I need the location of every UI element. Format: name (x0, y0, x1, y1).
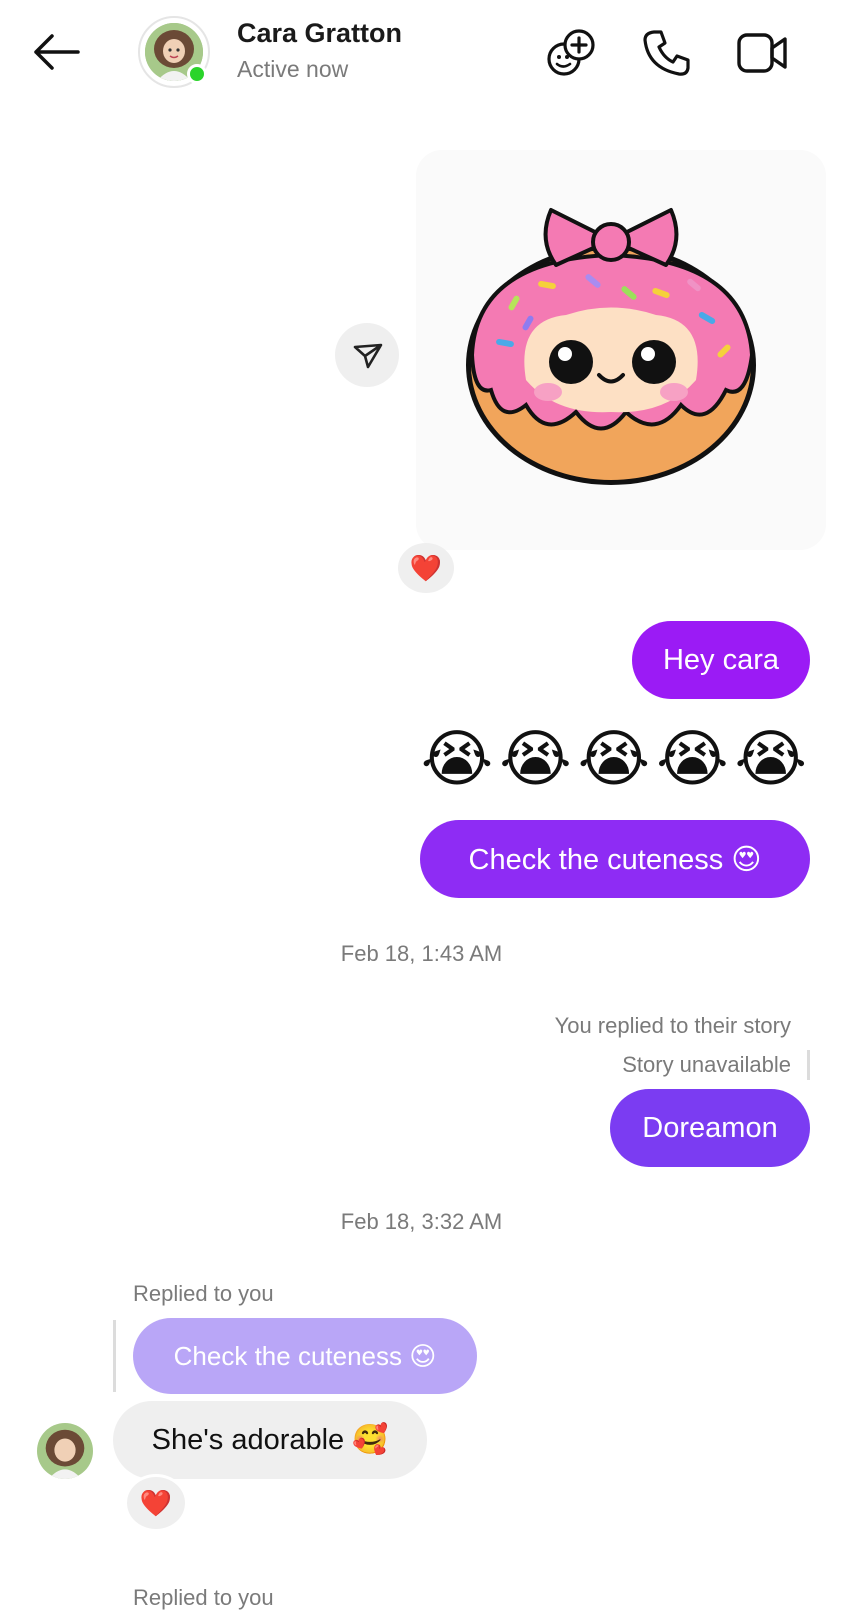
reply-quote-line (113, 1320, 116, 1392)
video-call-button[interactable] (735, 26, 789, 80)
back-arrow-icon (34, 34, 80, 70)
add-people-button[interactable] (544, 26, 598, 80)
reply-quote-line (807, 1050, 810, 1080)
active-status: Active now (237, 56, 349, 82)
replied-to-you-label: Replied to you (133, 1281, 274, 1306)
contact-avatar-small[interactable] (37, 1423, 93, 1479)
replied-to-you-label: Replied to you (133, 1585, 274, 1610)
add-people-icon (547, 29, 595, 76)
message-bubble[interactable]: She's adorable 🥰 (113, 1401, 427, 1479)
audio-call-button[interactable] (640, 26, 694, 80)
phone-icon (643, 30, 690, 76)
message-bubble[interactable]: Hey cara (632, 621, 810, 699)
timestamp: Feb 18, 3:32 AM (340, 1209, 503, 1234)
message-reaction[interactable]: ❤️ (124, 1474, 188, 1532)
message-bubble[interactable]: Check the cuteness 😍 (420, 820, 810, 898)
story-reply-label: You replied to their story (554, 1013, 791, 1038)
sticker-reaction[interactable]: ❤️ (398, 543, 454, 593)
contact-name[interactable]: Cara Gratton (237, 18, 402, 49)
story-unavailable-label: Story unavailable (622, 1052, 791, 1077)
contact-avatar[interactable] (138, 16, 210, 88)
online-indicator (187, 64, 207, 84)
share-button[interactable] (335, 323, 399, 387)
video-icon (737, 33, 787, 73)
back-button[interactable] (30, 28, 82, 76)
message-bubble[interactable]: Doreamon (610, 1089, 810, 1167)
emoji-message[interactable]: 😭😭😭😭😭 (421, 722, 813, 795)
timestamp: Feb 18, 1:43 AM (340, 941, 503, 966)
quoted-message[interactable]: Check the cuteness 😍 (133, 1318, 477, 1394)
donut-sticker (466, 208, 756, 485)
avatar-image (37, 1423, 93, 1479)
sticker-message[interactable] (416, 150, 826, 550)
send-icon (353, 343, 383, 369)
